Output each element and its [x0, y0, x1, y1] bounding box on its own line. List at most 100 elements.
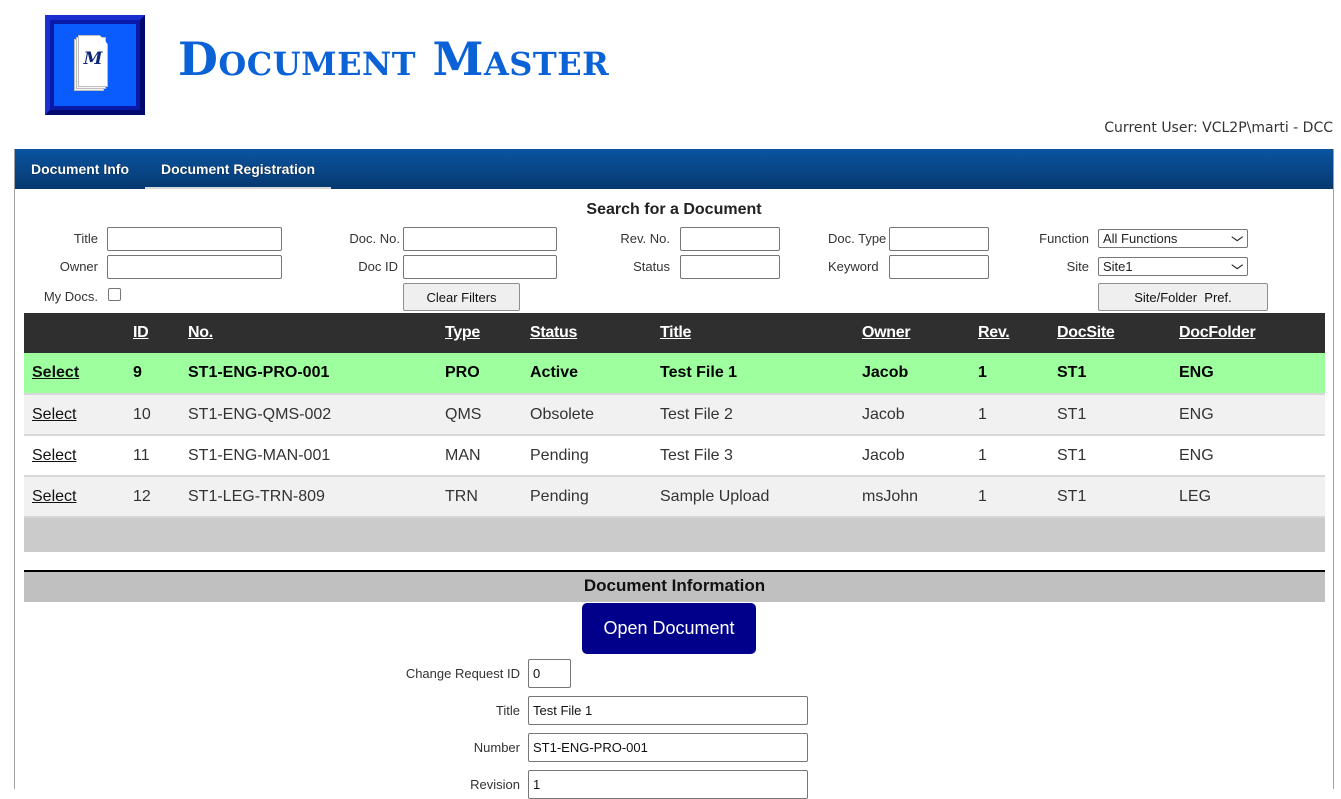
column-header-id[interactable]: ID — [125, 313, 180, 353]
id-cell: 12 — [125, 476, 180, 518]
my-docs-label: My Docs. — [43, 289, 98, 304]
function-select-value: All Functions — [1103, 231, 1178, 246]
select-link[interactable]: Select — [32, 364, 79, 381]
docfolder-cell: ENG — [1171, 394, 1325, 436]
grid-pager-row — [24, 517, 1325, 552]
tab-document-info[interactable]: Document Info — [15, 149, 145, 189]
status-filter-input[interactable] — [680, 255, 780, 279]
no-cell: ST1-ENG-PRO-001 — [180, 353, 437, 395]
revision-field-input[interactable]: 1 — [528, 770, 808, 799]
revision-field-label: Revision — [470, 777, 520, 792]
column-header-owner[interactable]: Owner — [854, 313, 970, 353]
chevron-down-icon: ⌵ — [1230, 260, 1243, 272]
keyword-filter-input[interactable] — [889, 255, 989, 279]
rev-cell: 1 — [970, 394, 1049, 436]
status-filter-label: Status — [633, 259, 670, 274]
site-filter-label: Site — [1066, 259, 1089, 274]
my-docs-checkbox[interactable] — [108, 288, 121, 301]
change-request-id-input[interactable]: 0 — [528, 659, 571, 688]
open-document-button[interactable]: Open Document — [582, 603, 756, 654]
title-cell: Test File 2 — [652, 394, 854, 436]
rev-no-filter-label: Rev. No. — [620, 231, 670, 246]
no-cell: ST1-LEG-TRN-809 — [180, 476, 437, 518]
clear-filters-button[interactable]: Clear Filters — [403, 283, 520, 311]
status-cell: Pending — [522, 476, 652, 518]
doc-no-filter-input[interactable] — [403, 227, 557, 251]
docfolder-cell: LEG — [1171, 476, 1325, 518]
rev-cell: 1 — [970, 353, 1049, 395]
rev-cell: 1 — [970, 435, 1049, 477]
select-cell: Select — [24, 353, 125, 395]
table-row: Select 10 ST1-ENG-QMS-002 QMS Obsolete T… — [24, 394, 1325, 436]
grid-header-row: ID No. Type Status Title Owner Rev. DocS… — [24, 313, 1325, 353]
column-header-title[interactable]: Title — [652, 313, 854, 353]
table-row: Select 9 ST1-ENG-PRO-001 PRO Active Test… — [24, 353, 1325, 395]
owner-cell: Jacob — [854, 394, 970, 436]
site-folder-pref-button[interactable]: Site/Folder Pref. — [1098, 283, 1268, 311]
select-cell: Select — [24, 435, 125, 477]
column-header-select — [24, 313, 125, 353]
doc-type-filter-input[interactable] — [889, 227, 989, 251]
main-frame: Document Info Document Registration Sear… — [14, 149, 1334, 799]
search-title: Search for a Document — [586, 201, 762, 218]
chevron-down-icon: ⌵ — [1230, 232, 1243, 244]
docfolder-cell: ENG — [1171, 435, 1325, 477]
select-cell: Select — [24, 394, 125, 436]
select-link[interactable]: Select — [32, 488, 76, 505]
site-select-value: Site1 — [1103, 259, 1133, 274]
no-cell: ST1-ENG-MAN-001 — [180, 435, 437, 477]
column-header-type[interactable]: Type — [437, 313, 522, 353]
tab-document-registration[interactable]: Document Registration — [145, 149, 332, 189]
status-cell: Pending — [522, 435, 652, 477]
status-cell: Active — [522, 353, 652, 395]
id-cell: 9 — [125, 353, 180, 395]
column-header-no[interactable]: No. — [180, 313, 437, 353]
number-field-label: Number — [473, 740, 520, 755]
type-cell: MAN — [437, 435, 522, 477]
doc-id-filter-input[interactable] — [403, 255, 557, 279]
number-field-input[interactable]: ST1-ENG-PRO-001 — [528, 733, 808, 762]
docsite-cell: ST1 — [1049, 394, 1171, 436]
owner-cell: Jacob — [854, 353, 970, 395]
function-select[interactable]: All Functions ⌵ — [1098, 229, 1248, 248]
owner-cell: msJohn — [854, 476, 970, 518]
column-header-rev[interactable]: Rev. — [970, 313, 1049, 353]
title-cell: Test File 1 — [652, 353, 854, 395]
status-cell: Obsolete — [522, 394, 652, 436]
site-select[interactable]: Site1 ⌵ — [1098, 257, 1248, 276]
rev-cell: 1 — [970, 476, 1049, 518]
change-request-id-label: Change Request ID — [405, 666, 520, 681]
type-cell: QMS — [437, 394, 522, 436]
table-row: Select 12 ST1-LEG-TRN-809 TRN Pending Sa… — [24, 476, 1325, 518]
select-cell: Select — [24, 476, 125, 518]
column-header-status[interactable]: Status — [522, 313, 652, 353]
title-field-input[interactable]: Test File 1 — [528, 696, 808, 725]
column-header-docsite[interactable]: DocSite — [1049, 313, 1171, 353]
table-row: Select 11 ST1-ENG-MAN-001 MAN Pending Te… — [24, 435, 1325, 477]
owner-filter-input[interactable] — [107, 255, 282, 279]
function-filter-label: Function — [1039, 231, 1089, 246]
select-link[interactable]: Select — [32, 406, 76, 423]
app-title: Document Master — [178, 32, 610, 86]
docsite-cell: ST1 — [1049, 435, 1171, 477]
select-link[interactable]: Select — [32, 447, 76, 464]
docsite-cell: ST1 — [1049, 353, 1171, 395]
nav-bar: Document Info Document Registration — [15, 149, 1333, 189]
owner-cell: Jacob — [854, 435, 970, 477]
title-filter-label: Title — [73, 231, 98, 246]
owner-filter-label: Owner — [59, 259, 98, 274]
document-stack-icon: M — [74, 35, 110, 91]
doc-no-filter-label: Doc. No. — [349, 231, 400, 246]
pager-cell — [24, 517, 1325, 552]
docsite-cell: ST1 — [1049, 476, 1171, 518]
title-filter-input[interactable] — [107, 227, 282, 251]
doc-id-filter-label: Doc ID — [358, 259, 398, 274]
title-cell: Sample Upload — [652, 476, 854, 518]
no-cell: ST1-ENG-QMS-002 — [180, 394, 437, 436]
id-cell: 10 — [125, 394, 180, 436]
column-header-docfolder[interactable]: DocFolder — [1171, 313, 1325, 353]
document-information-header: Document Information — [24, 570, 1325, 602]
logo-background: M — [54, 24, 136, 106]
rev-no-filter-input[interactable] — [680, 227, 780, 251]
app-logo: M — [45, 15, 145, 115]
